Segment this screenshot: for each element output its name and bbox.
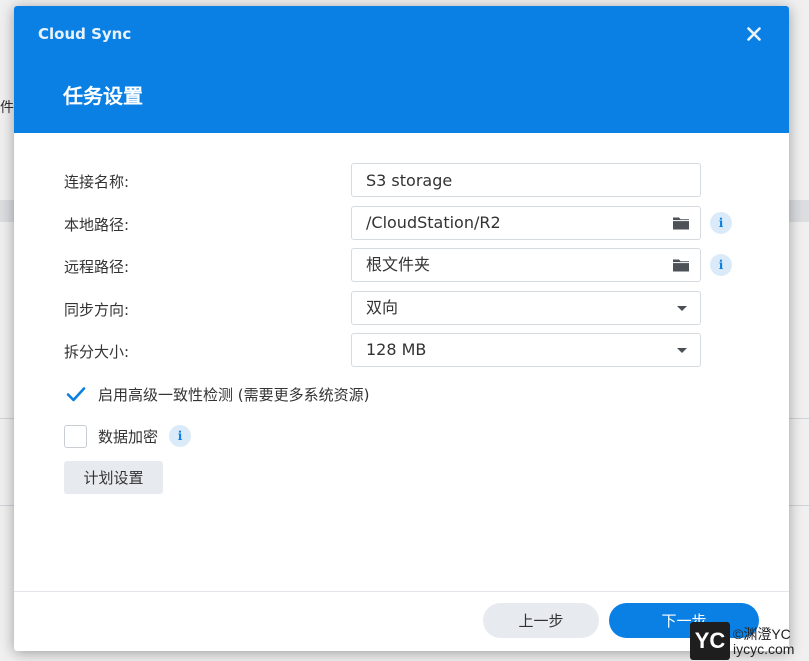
dialog-header: Cloud Sync 任务设置 [14,6,789,133]
split-size-value: 128 MB [366,340,427,359]
folder-icon[interactable] [672,257,690,273]
local-path-value: /CloudStation/R2 [366,213,501,232]
page-title: 任务设置 [63,84,143,108]
info-icon[interactable]: i [710,254,732,276]
sync-direction-row: 同步方向: 双向 [14,291,789,325]
watermark-url: iycyc.com [733,641,795,657]
connection-name-input[interactable] [351,163,701,197]
remote-path-row: 远程路径: 根文件夹 i [14,248,789,282]
sync-direction-select[interactable]: 双向 [351,291,701,325]
close-icon [747,27,761,41]
local-path-row: 本地路径: /CloudStation/R2 i [14,206,789,240]
sync-direction-label: 同步方向: [64,301,130,319]
watermark-badge: YC [690,622,730,660]
info-icon[interactable]: i [169,425,192,447]
remote-path-value: 根文件夹 [366,255,431,274]
advanced-consistency-label[interactable]: 启用高级一致性检测 (需要更多系统资源) [98,384,369,405]
task-settings-dialog: Cloud Sync 任务设置 连接名称: 本地路径: /CloudStatio… [14,6,789,651]
remote-path-field[interactable]: 根文件夹 [351,248,701,282]
data-encryption-checkbox[interactable] [64,424,87,448]
connection-name-row: 连接名称: [14,163,789,197]
split-size-row: 拆分大小: 128 MB [14,333,789,367]
data-encryption-label[interactable]: 数据加密 [98,426,158,447]
previous-button[interactable]: 上一步 [483,603,599,638]
checkmark-icon [66,387,85,402]
folder-icon[interactable] [672,215,690,231]
close-button[interactable] [741,21,767,47]
remote-path-label: 远程路径: [64,258,130,276]
data-encryption-option: 数据加密 i [64,424,192,448]
footer-divider [14,591,789,592]
split-size-label: 拆分大小: [64,343,130,361]
chevron-down-icon [677,348,687,353]
schedule-settings-button[interactable]: 计划设置 [64,461,163,494]
advanced-consistency-checkbox[interactable] [64,382,87,406]
connection-name-label: 连接名称: [64,173,130,191]
info-icon[interactable]: i [710,212,732,234]
sync-direction-value: 双向 [366,298,399,317]
app-name: Cloud Sync [38,25,132,43]
chevron-down-icon [677,306,687,311]
local-path-label: 本地路径: [64,216,130,234]
advanced-consistency-option: 启用高级一致性检测 (需要更多系统资源) [64,382,369,406]
local-path-field[interactable]: /CloudStation/R2 [351,206,701,240]
split-size-select[interactable]: 128 MB [351,333,701,367]
